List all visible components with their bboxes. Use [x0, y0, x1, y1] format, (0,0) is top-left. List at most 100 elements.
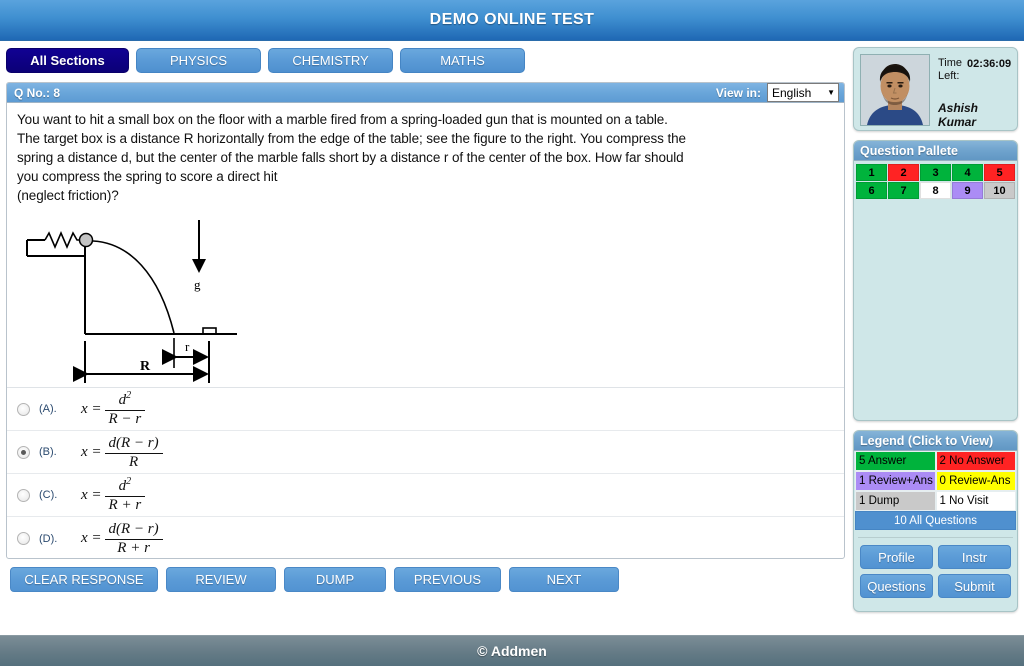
- radio-option-c[interactable]: [17, 488, 30, 502]
- gravity-label: g: [194, 277, 201, 292]
- question-header: Q No.: 8 View in: English ▼: [7, 83, 844, 103]
- legend-grid: 5 Answer 2 No Answer 1 Review+Ans 0 Revi…: [854, 451, 1017, 511]
- legend-item-answer[interactable]: 5 Answer: [855, 451, 936, 471]
- option-formula-a: x = d2 R − r: [81, 389, 146, 428]
- tab-maths[interactable]: MATHS: [400, 48, 525, 73]
- next-button[interactable]: NEXT: [509, 567, 619, 592]
- chevron-down-icon: ▼: [827, 87, 835, 97]
- dump-button[interactable]: DUMP: [284, 567, 386, 592]
- radio-option-b[interactable]: [17, 445, 30, 459]
- question-pallete-grid: 1 2 3 4 5 6 7 8 9 10: [854, 161, 1017, 201]
- profile-button[interactable]: Profile: [860, 545, 933, 569]
- fraction-denominator: R + r: [108, 496, 142, 513]
- formula-fraction: d2 R − r: [104, 389, 146, 428]
- formula-lhs: x =: [81, 443, 102, 460]
- fraction-denominator: R + r: [117, 540, 150, 556]
- review-button[interactable]: REVIEW: [166, 567, 276, 592]
- user-name: Ashish Kumar: [938, 101, 979, 129]
- question-body: You want to hit a small box on the floor…: [7, 103, 844, 205]
- previous-button[interactable]: PREVIOUS: [394, 567, 501, 592]
- option-row-a[interactable]: (A). x = d2 R − r: [7, 388, 844, 431]
- pallete-cell-5[interactable]: 5: [984, 164, 1015, 181]
- option-formula-b: x = d(R − r) R: [81, 434, 163, 471]
- pallete-cell-10[interactable]: 10: [984, 182, 1015, 199]
- question-pallete-title: Question Pallete: [854, 141, 1017, 161]
- submit-button[interactable]: Submit: [938, 574, 1011, 598]
- fraction-denominator: R: [129, 453, 139, 470]
- tab-all-sections[interactable]: All Sections: [6, 48, 129, 73]
- fraction-numerator: d2: [118, 475, 132, 494]
- instructions-button[interactable]: Instr: [938, 545, 1011, 569]
- fraction-numerator: d2: [118, 389, 132, 408]
- option-row-d[interactable]: (D). x = d(R − r) R + r: [7, 517, 844, 558]
- view-in-group: View in: English ▼: [716, 83, 839, 102]
- legend-item-dump[interactable]: 1 Dump: [855, 491, 936, 511]
- exam-app: DEMO ONLINE TEST All Sections PHYSICS CH…: [0, 0, 1024, 666]
- projectile-diagram-svg: g r R: [26, 220, 237, 383]
- section-tabs: All Sections PHYSICS CHEMISTRY MATHS: [6, 48, 845, 73]
- question-pallete-card: Question Pallete 1 2 3 4 5 6 7 8 9 10: [853, 140, 1018, 421]
- fraction-denominator: R − r: [108, 410, 142, 427]
- formula-lhs: x =: [81, 400, 102, 417]
- avatar-photo: [861, 55, 929, 125]
- action-buttons: CLEAR RESPONSE REVIEW DUMP PREVIOUS NEXT: [6, 567, 845, 592]
- question-text-line: (neglect friction)?: [17, 188, 119, 203]
- option-formula-c: x = d2 R + r: [81, 475, 146, 514]
- pallete-cell-6[interactable]: 6: [856, 182, 887, 199]
- r-label: r: [185, 339, 190, 354]
- option-label-d: (D).: [39, 532, 58, 545]
- radio-option-a[interactable]: [17, 402, 30, 416]
- app-title: DEMO ONLINE TEST: [429, 11, 595, 28]
- body-wrapper: All Sections PHYSICS CHEMISTRY MATHS Q N…: [0, 41, 1024, 635]
- view-in-label: View in:: [715, 85, 761, 100]
- legend-card: Legend (Click to View) 5 Answer 2 No Ans…: [853, 430, 1018, 612]
- pallete-cell-7[interactable]: 7: [888, 182, 919, 199]
- app-header: DEMO ONLINE TEST: [0, 0, 1024, 41]
- time-left-value: 02:36:09: [967, 58, 1012, 70]
- language-select[interactable]: English ▼: [767, 83, 839, 102]
- pallete-cell-4[interactable]: 4: [952, 164, 983, 181]
- pallete-cell-2[interactable]: 2: [888, 164, 919, 181]
- avatar: [860, 54, 930, 126]
- questions-button[interactable]: Questions: [860, 574, 933, 598]
- question-text: You want to hit a small box on the floor…: [17, 110, 836, 205]
- pallete-cell-3[interactable]: 3: [920, 164, 951, 181]
- option-row-b[interactable]: (B). x = d(R − r) R: [7, 431, 844, 474]
- clear-response-button[interactable]: CLEAR RESPONSE: [10, 567, 158, 592]
- formula-fraction: d(R − r) R: [104, 434, 163, 471]
- tab-chemistry[interactable]: CHEMISTRY: [268, 48, 393, 73]
- question-panel: Q No.: 8 View in: English ▼ You want to …: [6, 82, 845, 559]
- question-text-line: The target box is a distance R horizonta…: [17, 131, 686, 146]
- legend-title: Legend (Click to View): [854, 431, 1017, 451]
- option-label-c: (C).: [39, 489, 58, 501]
- profile-meta: Time Left: 02:36:09 Ashish Kumar: [938, 54, 1011, 129]
- legend-all-questions[interactable]: 10 All Questions: [855, 511, 1016, 530]
- option-row-c[interactable]: (C). x = d2 R + r: [7, 474, 844, 517]
- R-label: R: [140, 359, 151, 374]
- question-text-line: you compress the spring to score a direc…: [17, 169, 278, 184]
- radio-option-d[interactable]: [17, 532, 30, 545]
- legend-item-no-visit[interactable]: 1 No Visit: [935, 491, 1016, 511]
- footer-copyright: © Addmen: [477, 643, 547, 659]
- pallete-cell-9[interactable]: 9: [952, 182, 983, 199]
- fraction-numerator: d(R − r): [108, 521, 159, 538]
- formula-fraction: d(R − r) R + r: [104, 520, 163, 557]
- legend-item-review-ans[interactable]: 1 Review+Ans: [855, 471, 936, 491]
- option-formula-d: x = d(R − r) R + r: [81, 520, 163, 557]
- time-left-label: Time Left:: [938, 57, 963, 82]
- formula-lhs: x =: [81, 486, 102, 503]
- question-number: Q No.: 8: [14, 85, 61, 100]
- fraction-numerator: d(R − r): [108, 434, 159, 451]
- main-content: All Sections PHYSICS CHEMISTRY MATHS Q N…: [0, 41, 851, 635]
- time-left-row: Time Left: 02:36:09: [938, 57, 1011, 83]
- language-select-value: English: [772, 85, 812, 100]
- formula-fraction: d2 R + r: [104, 475, 146, 514]
- formula-lhs: x =: [81, 530, 102, 546]
- pallete-cell-1[interactable]: 1: [856, 164, 887, 181]
- pallete-cell-8[interactable]: 8: [920, 182, 951, 199]
- question-text-line: spring a distance d, but the center of t…: [17, 150, 684, 165]
- tab-physics[interactable]: PHYSICS: [136, 48, 261, 73]
- app-footer: © Addmen: [0, 635, 1024, 666]
- legend-item-review-noans[interactable]: 0 Review-Ans: [935, 471, 1016, 491]
- legend-item-no-answer[interactable]: 2 No Answer: [935, 451, 1016, 471]
